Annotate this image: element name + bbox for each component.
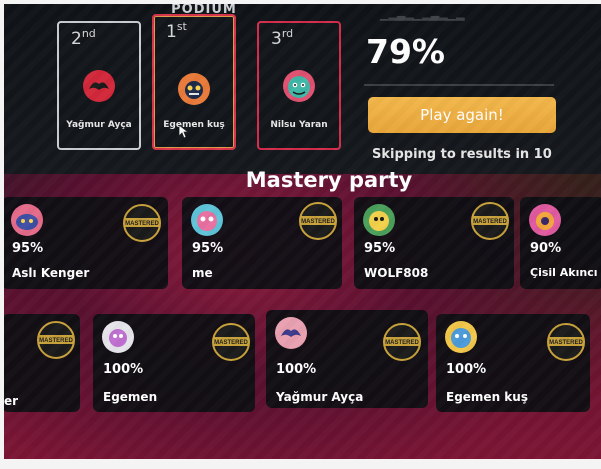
player-percent: 90% xyxy=(530,241,562,256)
accuracy-percent: 79% xyxy=(366,32,445,71)
player-name: Aslı Kenger xyxy=(12,266,90,280)
podium-rank: 3rd xyxy=(271,27,294,49)
player-card: 100% Egemen MASTERED xyxy=(93,314,255,412)
podium-card-second: 2nd Yağmur Ayça xyxy=(57,21,141,150)
player-name: Yağmur Ayça xyxy=(276,390,364,404)
player-card: MASTERED er xyxy=(4,314,80,412)
mastered-badge-icon: MASTERED xyxy=(471,202,509,240)
game-screen: PODIUM 2nd Yağmur Ayça 1st Egemen kuş 3r… xyxy=(4,4,601,459)
player-name: Egemen xyxy=(103,390,158,404)
svg-text:MASTERED: MASTERED xyxy=(301,219,335,225)
player-name: me xyxy=(192,266,213,280)
player-percent: 100% xyxy=(276,362,317,377)
player-name: Çisil Akıncı xyxy=(530,266,598,279)
player-percent: 95% xyxy=(364,241,396,256)
podium-rank: 1st xyxy=(166,20,187,42)
mastered-badge-icon: MASTERED xyxy=(123,204,161,242)
svg-text:MASTERED: MASTERED xyxy=(385,340,419,346)
mouse-cursor-icon xyxy=(179,125,189,139)
avatar-icon xyxy=(283,70,315,102)
podium-name: Egemen kuş xyxy=(163,120,225,130)
player-card: 100% Yağmur Ayça MASTERED xyxy=(266,310,428,408)
player-card: 95% me MASTERED xyxy=(182,197,342,289)
avatar-icon xyxy=(191,204,223,236)
podium-name: Nilsu Yaran xyxy=(270,120,328,130)
player-percent: 95% xyxy=(192,241,224,256)
avatar-icon xyxy=(445,321,477,353)
avatar-icon xyxy=(529,204,561,236)
player-name: er xyxy=(4,394,19,408)
player-percent: 95% xyxy=(12,241,44,256)
mastered-badge-icon: MASTERED xyxy=(212,323,250,361)
faint-header-text: ▁▂▃▂▁▂▃▂▁▂ xyxy=(380,8,465,21)
avatar-icon xyxy=(275,317,307,349)
avatar-icon xyxy=(363,204,395,236)
player-name: WOLF808 xyxy=(364,266,429,280)
mastered-badge-icon: MASTERED xyxy=(299,202,337,240)
avatar-icon xyxy=(102,321,134,353)
avatar-icon xyxy=(11,204,43,236)
avatar-icon xyxy=(178,73,210,105)
podium-rank: 2nd xyxy=(71,27,96,49)
play-again-button[interactable]: Play again! xyxy=(368,97,556,133)
svg-text:MASTERED: MASTERED xyxy=(39,338,73,344)
mastery-party-title: Mastery party xyxy=(245,168,413,192)
svg-text:MASTERED: MASTERED xyxy=(214,340,248,346)
svg-text:MASTERED: MASTERED xyxy=(125,221,159,227)
player-percent: 100% xyxy=(103,362,144,377)
avatar-icon xyxy=(83,70,115,102)
player-percent: 100% xyxy=(446,362,487,377)
podium-card-third: 3rd Nilsu Yaran xyxy=(257,21,341,150)
skipping-countdown: Skipping to results in 10 xyxy=(372,147,552,162)
mastered-badge-icon: MASTERED xyxy=(547,323,585,361)
podium-card-first: 1st Egemen kuş xyxy=(152,14,236,150)
svg-text:MASTERED: MASTERED xyxy=(549,340,583,346)
player-card: 95% Aslı Kenger MASTERED xyxy=(4,197,168,289)
player-name: Egemen kuş xyxy=(446,390,528,404)
player-card: 100% Egemen kuş MASTERED xyxy=(436,314,590,412)
divider xyxy=(364,84,554,86)
player-card: 95% WOLF808 MASTERED xyxy=(354,197,514,289)
player-card: 90% Çisil Akıncı xyxy=(520,197,601,289)
podium-name: Yağmur Ayça xyxy=(66,120,132,130)
mastered-badge-icon: MASTERED xyxy=(383,323,421,361)
svg-text:MASTERED: MASTERED xyxy=(473,219,507,225)
mastered-badge-icon: MASTERED xyxy=(37,321,75,359)
